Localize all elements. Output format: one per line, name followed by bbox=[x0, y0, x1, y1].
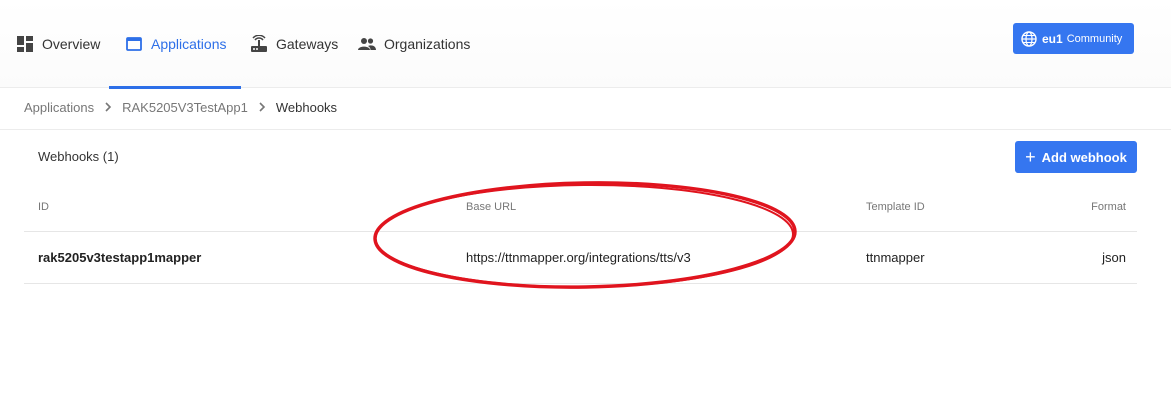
breadcrumb: Applications RAK5205V3TestApp1 Webhooks bbox=[24, 96, 337, 118]
column-header-template-id[interactable]: Template ID bbox=[866, 201, 925, 213]
top-navigation: Overview Applications Gateways Organizat… bbox=[0, 0, 1171, 89]
breadcrumb-application[interactable]: RAK5205V3TestApp1 bbox=[122, 100, 248, 115]
add-webhook-button[interactable]: + Add webhook bbox=[1015, 141, 1137, 173]
gateway-router-icon bbox=[250, 35, 268, 53]
column-header-id[interactable]: ID bbox=[38, 201, 49, 213]
nav-applications-label: Applications bbox=[151, 36, 227, 52]
cluster-name: eu1 bbox=[1042, 31, 1063, 46]
divider bbox=[0, 129, 1171, 130]
breadcrumb-applications[interactable]: Applications bbox=[24, 100, 94, 115]
window-icon bbox=[125, 35, 143, 53]
people-icon bbox=[358, 35, 376, 53]
plus-icon: + bbox=[1025, 147, 1036, 167]
chevron-right-icon bbox=[104, 102, 112, 112]
cluster-selector-button[interactable]: eu1 Community bbox=[1013, 23, 1134, 54]
add-webhook-label: Add webhook bbox=[1041, 149, 1127, 165]
chevron-right-icon bbox=[258, 102, 266, 112]
column-header-format[interactable]: Format bbox=[1080, 201, 1126, 213]
table-row[interactable]: rak5205v3testapp1mapper https://ttnmappe… bbox=[24, 232, 1137, 284]
nav-gateways[interactable]: Gateways bbox=[250, 0, 338, 88]
column-header-base-url[interactable]: Base URL bbox=[466, 201, 516, 213]
nav-overview[interactable]: Overview bbox=[16, 0, 100, 88]
nav-overview-label: Overview bbox=[42, 36, 101, 52]
dashboard-icon bbox=[16, 35, 34, 53]
breadcrumb-current: Webhooks bbox=[275, 99, 338, 115]
webhook-id: rak5205v3testapp1mapper bbox=[38, 250, 202, 265]
nav-organizations-label: Organizations bbox=[384, 36, 471, 52]
nav-organizations[interactable]: Organizations bbox=[358, 0, 470, 88]
nav-applications[interactable]: Applications bbox=[109, 0, 240, 89]
webhook-template-id: ttnmapper bbox=[866, 250, 925, 265]
webhook-format: json bbox=[1102, 250, 1126, 265]
webhook-base-url: https://ttnmapper.org/integrations/tts/v… bbox=[466, 250, 691, 265]
nav-gateways-label: Gateways bbox=[276, 36, 339, 52]
globe-icon bbox=[1021, 30, 1037, 47]
webhooks-count-title: Webhooks (1) bbox=[38, 149, 119, 164]
cluster-label: Community bbox=[1066, 32, 1123, 45]
